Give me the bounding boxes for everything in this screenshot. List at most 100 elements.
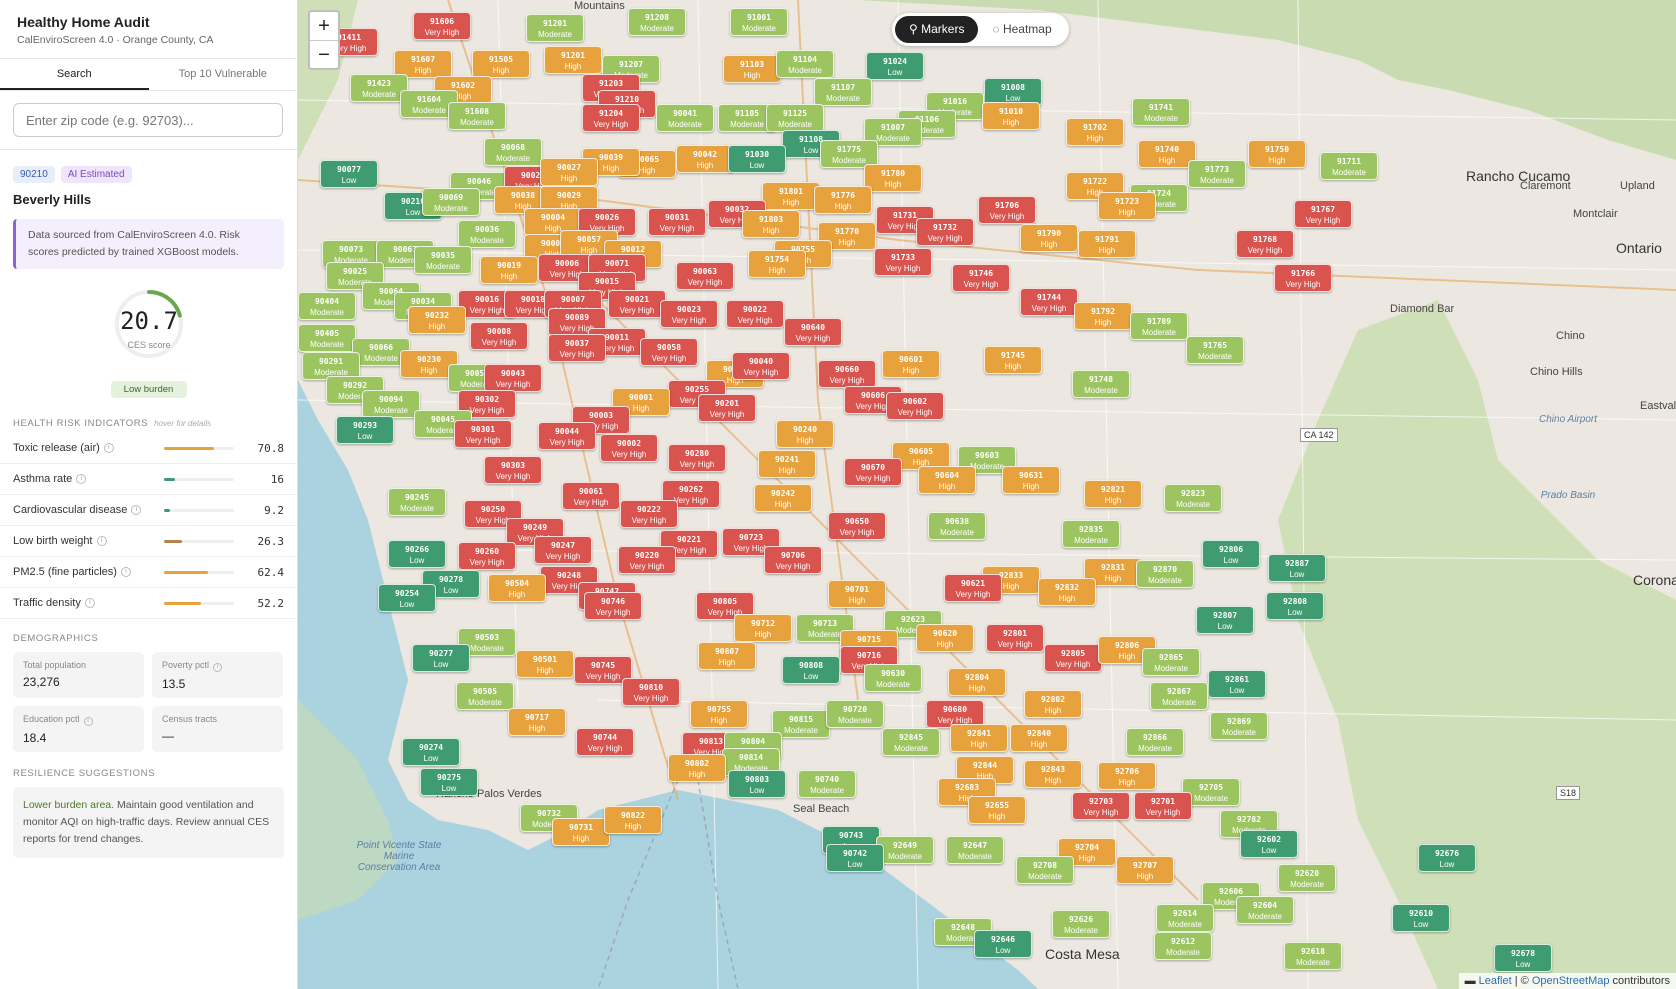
zip-marker[interactable]: 90222 Very High [620,500,678,528]
zip-marker[interactable]: 92806 Low [1202,540,1260,568]
zip-marker[interactable]: 90505 Moderate [456,682,514,710]
zip-marker[interactable]: 91748 Moderate [1072,370,1130,398]
zip-marker[interactable]: 92869 Moderate [1210,712,1268,740]
zip-marker[interactable]: 90631 High [1002,466,1060,494]
zip-marker[interactable]: 90277 Low [412,644,470,672]
zip-marker[interactable]: 92867 Moderate [1150,682,1208,710]
zip-marker[interactable]: 90040 Very High [732,352,790,380]
markers-toggle[interactable]: ⚲ Markers [895,16,979,43]
zip-marker[interactable]: 91766 Very High [1274,264,1332,292]
zip-marker[interactable]: 90232 High [408,306,466,334]
zip-marker[interactable]: 92887 Low [1268,554,1326,582]
zip-marker[interactable]: 90022 Very High [726,300,784,328]
indicator-row[interactable]: Toxic release (air) i 70.8 [0,433,297,464]
zip-marker[interactable]: 92841 High [950,724,1008,752]
zip-marker[interactable]: 90293 Low [336,416,394,444]
zip-marker[interactable]: 92805 Very High [1044,644,1102,672]
zip-marker[interactable]: 92646 Low [974,930,1032,958]
zip-marker[interactable]: 92821 High [1084,480,1142,508]
tab-top10-vulnerable[interactable]: Top 10 Vulnerable [149,59,298,90]
zip-marker[interactable]: 90660 Very High [818,360,876,388]
zip-marker[interactable]: 92870 Moderate [1136,560,1194,588]
zip-marker[interactable]: 90266 Low [388,540,446,568]
zip-marker[interactable]: 92612 Moderate [1154,932,1212,960]
indicator-row[interactable]: Asthma rate i 16 [0,464,297,495]
zip-marker[interactable]: 91103 High [723,55,781,83]
zip-marker[interactable]: 90810 Very High [622,678,680,706]
zip-marker[interactable]: 90620 High [916,624,974,652]
zip-marker[interactable]: 91803 High [742,210,800,238]
zip-marker[interactable]: 91791 High [1078,230,1136,258]
indicator-row[interactable]: PM2.5 (fine particles) i 62.4 [0,557,297,588]
zip-marker[interactable]: 92802 High [1024,690,1082,718]
zip-marker[interactable]: 90602 Very High [886,392,944,420]
zip-marker[interactable]: 91030 Low [728,145,786,173]
zip-marker[interactable]: 90621 Very High [944,574,1002,602]
zip-marker[interactable]: 90501 High [516,650,574,678]
zip-marker[interactable]: 91790 High [1020,224,1078,252]
zip-marker[interactable]: 92604 Moderate [1236,896,1294,924]
zip-marker[interactable]: 90077 Low [320,160,378,188]
zip-marker[interactable]: 90504 High [488,574,546,602]
zip-marker[interactable]: 90220 Very High [618,546,676,574]
zip-marker[interactable]: 90254 Low [378,584,436,612]
zip-marker[interactable]: 90650 Very High [828,512,886,540]
zip-marker[interactable]: 91706 Very High [978,196,1036,224]
zip-marker[interactable]: 91801 High [762,182,820,210]
zip-marker[interactable]: 92865 Moderate [1142,648,1200,676]
info-icon[interactable]: i [213,663,223,672]
zoom-in-button[interactable]: + [310,12,338,40]
zip-marker[interactable]: 90094 Moderate [362,390,420,418]
zip-marker[interactable]: 90260 Very High [458,542,516,570]
zip-marker[interactable]: 90717 High [508,708,566,736]
zip-marker[interactable]: 90068 Moderate [484,138,542,166]
zip-marker[interactable]: 90720 Moderate [826,700,884,728]
zip-marker[interactable]: 92655 High [968,796,1026,824]
zip-marker[interactable]: 92706 High [1098,762,1156,790]
zip-marker[interactable]: 91201 High [544,46,602,74]
zip-marker[interactable]: 90404 Moderate [298,292,356,320]
zip-marker[interactable]: 91780 High [864,164,922,192]
zip-marker[interactable]: 91754 High [748,250,806,278]
zip-marker[interactable]: 90058 Very High [640,338,698,366]
zip-marker[interactable]: 92832 High [1038,578,1096,606]
zip-marker[interactable]: 90023 Very High [660,300,718,328]
zip-marker[interactable]: 92708 Moderate [1016,856,1074,884]
zip-marker[interactable]: 92845 Moderate [882,728,940,756]
zip-marker[interactable]: 92866 Moderate [1126,728,1184,756]
zip-marker[interactable]: 91767 Very High [1294,200,1352,228]
zip-marker[interactable]: 90405 Moderate [298,324,356,352]
info-icon[interactable]: i [84,598,95,609]
zip-marker[interactable]: 91746 Very High [952,264,1010,292]
zip-marker[interactable]: 92840 High [1010,724,1068,752]
zip-marker[interactable]: 90019 High [480,256,538,284]
zip-marker[interactable]: 90740 Moderate [798,770,856,798]
zip-marker[interactable]: 92835 Moderate [1062,520,1120,548]
zip-marker[interactable]: 90021 Very High [608,290,666,318]
zip-marker[interactable]: 90275 Low [420,768,478,796]
zip-marker[interactable]: 90274 Low [402,738,460,766]
info-icon[interactable]: i [83,717,93,726]
zip-marker[interactable]: 90036 Moderate [458,220,516,248]
zip-marker[interactable]: 91204 Very High [582,104,640,132]
zip-marker[interactable]: 91024 Low [866,52,924,80]
zip-marker[interactable]: 90807 High [698,642,756,670]
zip-marker[interactable]: 92620 Moderate [1278,864,1336,892]
zip-marker[interactable]: 91732 Very High [916,218,974,246]
zip-marker[interactable]: 92861 Low [1208,670,1266,698]
zip-marker[interactable]: 90043 Very High [484,364,542,392]
info-icon[interactable]: i [76,474,87,485]
zoom-out-button[interactable]: − [310,40,338,68]
zip-marker[interactable]: 90604 High [918,466,976,494]
zip-marker[interactable]: 92804 High [948,668,1006,696]
zip-marker[interactable]: 91107 Moderate [814,78,872,106]
zip-marker[interactable]: 90002 Very High [600,434,658,462]
zip-marker[interactable]: 90746 Very High [584,592,642,620]
zip-marker[interactable]: 92602 Low [1240,830,1298,858]
zip-marker[interactable]: 91750 High [1248,140,1306,168]
zip-marker[interactable]: 92647 Moderate [946,836,1004,864]
zip-marker[interactable]: 92678 Low [1494,944,1552,972]
zip-marker[interactable]: 90041 Moderate [656,104,714,132]
info-icon[interactable]: i [103,443,114,454]
zip-marker[interactable]: 90027 High [540,158,598,186]
